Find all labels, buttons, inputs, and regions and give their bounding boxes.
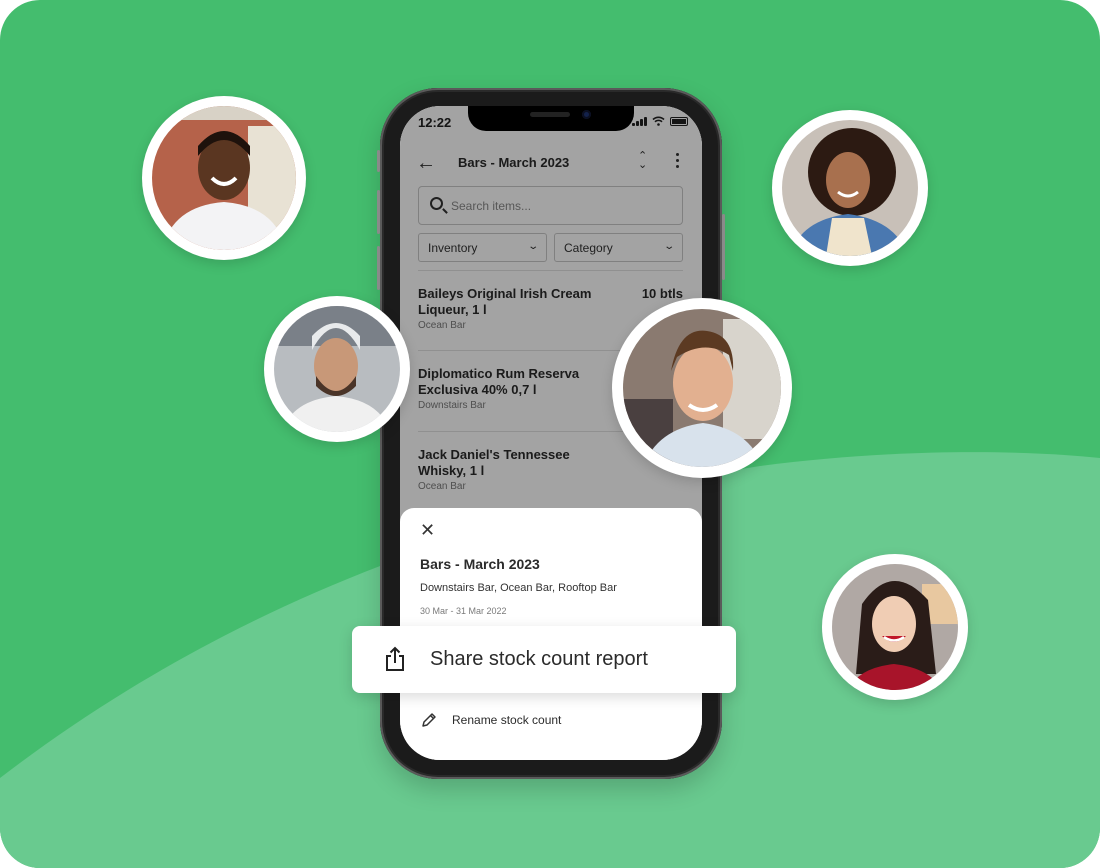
avatar-photo-smiling-man-white-shirt bbox=[152, 106, 296, 250]
rename-stock-count-label: Rename stock count bbox=[452, 713, 562, 727]
close-icon[interactable]: ✕ bbox=[420, 520, 435, 541]
phone-volume-up bbox=[377, 190, 380, 234]
avatar bbox=[772, 110, 928, 266]
avatar-photo-woman-red-top-laughing bbox=[832, 564, 958, 690]
share-stock-count-report-button[interactable]: Share stock count report bbox=[352, 626, 736, 693]
sheet-title: Bars - March 2023 bbox=[420, 556, 540, 572]
share-stock-count-report-label: Share stock count report bbox=[430, 648, 648, 670]
hero-canvas: 12:22 ← Bars - March 2023 ⌃ ⌄ Search ite… bbox=[0, 0, 1100, 868]
avatar bbox=[142, 96, 306, 260]
phone-power-button bbox=[722, 214, 725, 280]
sheet-locations: Downstairs Bar, Ocean Bar, Rooftop Bar bbox=[420, 582, 617, 594]
rename-stock-count-button[interactable]: Rename stock count bbox=[420, 710, 561, 730]
phone-speaker bbox=[530, 112, 570, 117]
share-icon bbox=[386, 646, 404, 671]
avatar bbox=[264, 296, 410, 442]
phone-volume-down bbox=[377, 246, 380, 290]
sheet-date-range: 30 Mar - 31 Mar 2022 bbox=[420, 606, 507, 616]
phone-notch bbox=[468, 106, 634, 131]
avatar bbox=[822, 554, 968, 700]
pencil-icon bbox=[422, 713, 436, 727]
phone-silent-switch bbox=[377, 150, 380, 172]
avatar bbox=[612, 298, 792, 478]
phone-camera bbox=[582, 110, 591, 119]
avatar-photo-woman-curly-hair-apron bbox=[782, 120, 918, 256]
avatar-photo-young-man-smiling bbox=[623, 309, 781, 467]
avatar-photo-chef-white-hat bbox=[274, 306, 400, 432]
